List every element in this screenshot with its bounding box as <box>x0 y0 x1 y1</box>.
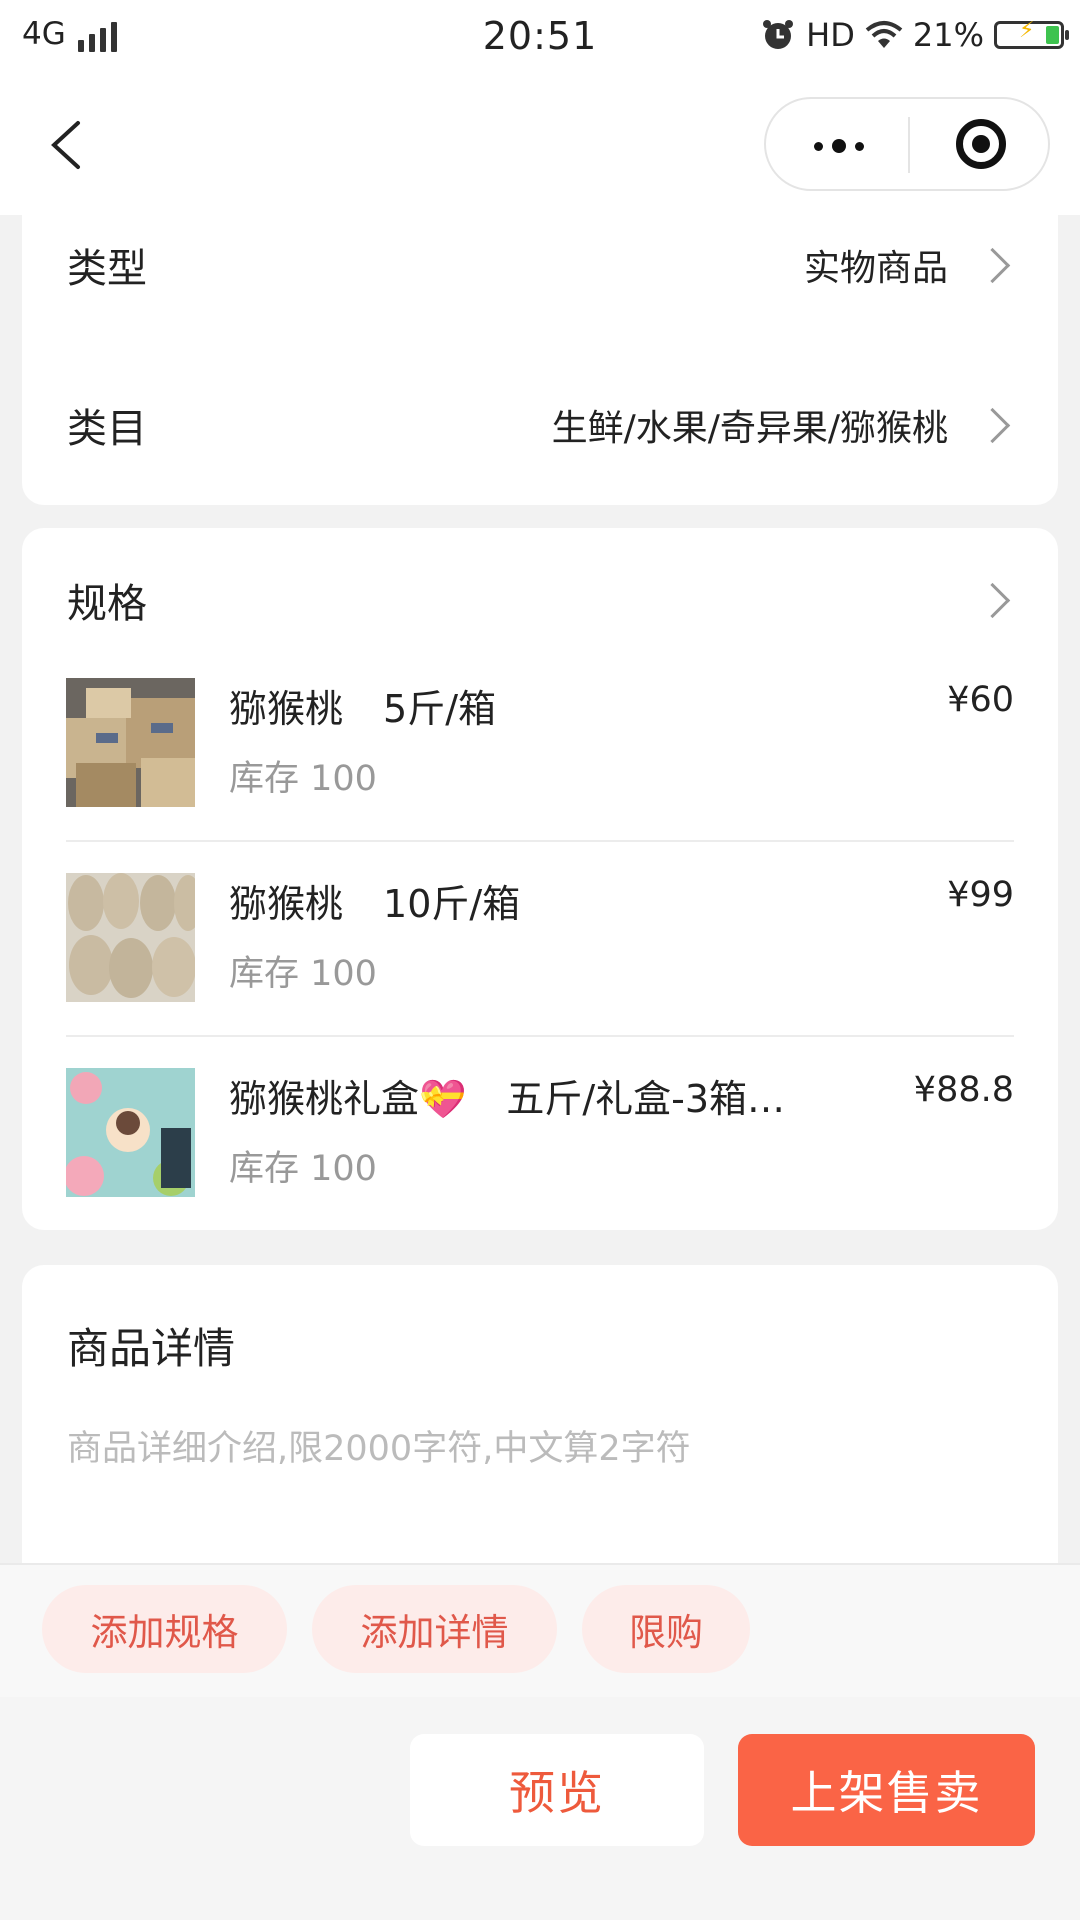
sku-name: 猕猴桃 5斤/箱 <box>229 687 496 731</box>
more-icon[interactable] <box>796 121 882 171</box>
basic-info-card: 类型 实物商品 类目 生鲜/水果/奇异果/猕猴桃 <box>22 215 1058 505</box>
battery-percent: 21% <box>912 16 984 54</box>
chevron-right-icon <box>974 582 1011 618</box>
type-row[interactable]: 类型 实物商品 <box>67 225 1013 305</box>
sku-name: 猕猴桃礼盒💝 五斤/礼盒-3箱… <box>229 1077 786 1121</box>
alarm-icon <box>763 20 794 49</box>
product-thumbnail <box>66 678 195 807</box>
specs-title: 规格 <box>67 581 147 627</box>
battery-icon: ⚡ <box>994 18 1069 49</box>
category-value: 生鲜/水果/奇异果/猕猴桃 <box>551 408 948 449</box>
specs-header-row[interactable]: 规格 <box>67 560 1013 640</box>
status-icons: HD 21% ⚡ <box>760 16 1069 54</box>
add-spec-button[interactable]: 添加规格 <box>42 1585 287 1673</box>
chevron-right-icon <box>974 247 1011 283</box>
add-detail-button[interactable]: 添加详情 <box>312 1585 557 1673</box>
sku-item[interactable]: 猕猴桃礼盒💝 五斤/礼盒-3箱… 库存 100 ¥88.8 <box>66 1068 1014 1263</box>
sku-price: ¥99 <box>947 875 1014 915</box>
wifi-icon <box>865 21 903 48</box>
bottom-bar: 预览 上架售卖 <box>0 1697 1080 1920</box>
sku-name: 猕猴桃 10斤/箱 <box>229 882 521 926</box>
back-icon[interactable] <box>40 115 100 175</box>
product-thumbnail <box>66 1068 195 1197</box>
sku-stock: 库存 100 <box>229 759 377 799</box>
publish-button[interactable]: 上架售卖 <box>738 1734 1035 1846</box>
divider <box>66 840 1014 842</box>
sku-stock: 库存 100 <box>229 1149 377 1189</box>
sku-stock: 库存 100 <box>229 954 377 994</box>
chevron-right-icon <box>974 407 1011 443</box>
category-row[interactable]: 类目 生鲜/水果/奇异果/猕猴桃 <box>67 385 1013 465</box>
capsule-divider <box>908 117 910 173</box>
detail-input[interactable]: 商品详细介绍,限2000字符,中文算2字符 <box>67 1420 691 1471</box>
specs-card: 规格 猕猴桃 5斤/箱 库存 100 ¥60 猕猴桃 10斤/箱 库存 100 … <box>22 528 1058 1230</box>
type-value: 实物商品 <box>803 248 948 289</box>
status-bar: 4G 20:51 HD 21% ⚡ <box>0 0 1080 75</box>
divider <box>66 1035 1014 1037</box>
product-thumbnail <box>66 873 195 1002</box>
sku-item[interactable]: 猕猴桃 10斤/箱 库存 100 ¥99 <box>66 873 1014 1068</box>
nav-bar <box>0 75 1080 215</box>
purchase-limit-button[interactable]: 限购 <box>582 1585 750 1673</box>
type-label: 类型 <box>67 246 147 292</box>
hd-badge: HD <box>806 16 855 54</box>
detail-title: 商品详情 <box>67 1324 236 1373</box>
category-label: 类目 <box>67 406 147 452</box>
preview-button[interactable]: 预览 <box>410 1734 704 1846</box>
sku-price: ¥88.8 <box>913 1070 1014 1110</box>
detail-card: 商品详情 商品详细介绍,限2000字符,中文算2字符 <box>22 1265 1058 1565</box>
close-program-icon[interactable] <box>956 119 1006 169</box>
mini-program-capsule <box>764 97 1050 191</box>
sku-price: ¥60 <box>947 680 1014 720</box>
action-toolbar: 添加规格 添加详情 限购 <box>0 1563 1080 1699</box>
sku-item[interactable]: 猕猴桃 5斤/箱 库存 100 ¥60 <box>66 678 1014 873</box>
